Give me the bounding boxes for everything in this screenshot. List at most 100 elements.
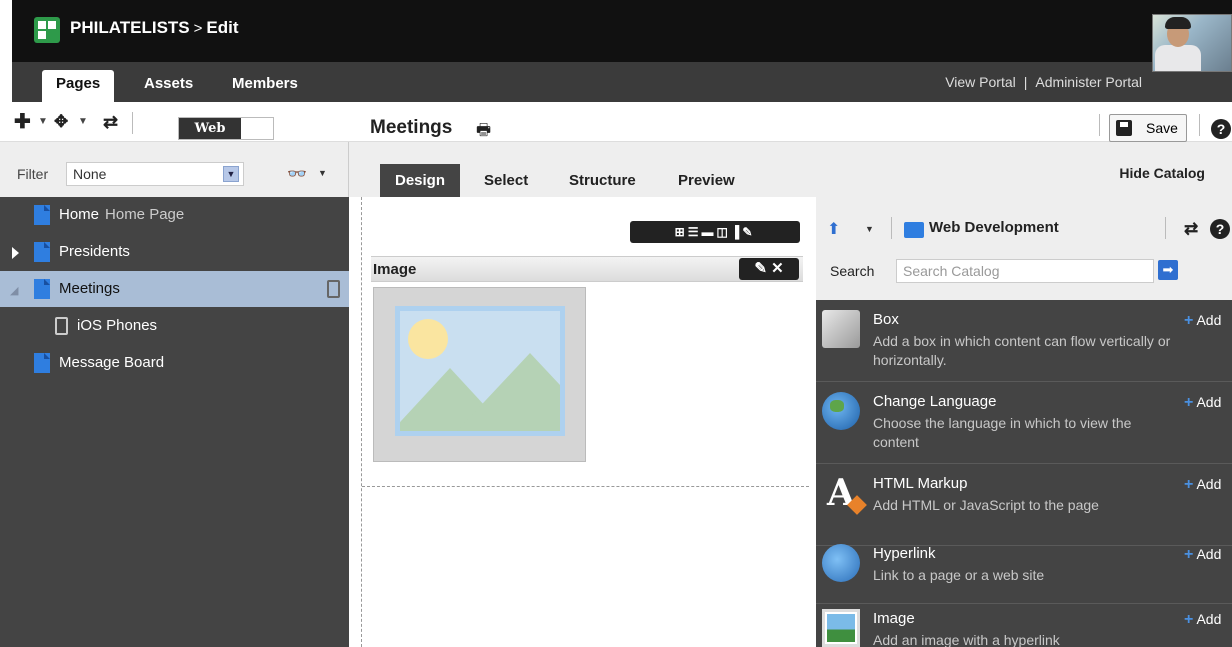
- chevron-down-icon[interactable]: ▼: [223, 166, 239, 182]
- layout-tools[interactable]: ⊞☰▬◫▐✎: [630, 221, 800, 243]
- wrench-icon[interactable]: ✎: [754, 260, 767, 277]
- catalog-item-desc: Add an image with a hyperlink: [873, 632, 1060, 647]
- add-button[interactable]: + Add: [1184, 611, 1221, 629]
- tree-item-presidents[interactable]: Presidents: [0, 234, 349, 270]
- catalog-folder-name[interactable]: Web Development: [929, 219, 1059, 236]
- catalog-item-box[interactable]: Box Add a box in which content can flow …: [816, 300, 1232, 382]
- image-icon: [822, 609, 860, 647]
- save-label: Save: [1146, 120, 1178, 136]
- expand-arrow-icon[interactable]: [12, 247, 19, 259]
- move-menu-chevron-down-icon[interactable]: ▼: [78, 116, 88, 127]
- catalog-item-name: Hyperlink: [873, 545, 936, 562]
- tree-item-ios-phones[interactable]: iOS Phones: [0, 308, 349, 344]
- catalog-item-name: HTML Markup: [873, 475, 968, 492]
- image-component-header[interactable]: Image ✎ ✕: [371, 256, 803, 282]
- chevron-down-icon[interactable]: ▼: [318, 168, 327, 178]
- plus-icon: +: [1184, 476, 1194, 493]
- tab-assets[interactable]: Assets: [130, 70, 207, 102]
- catalog-item-change-language[interactable]: Change Language Choose the language in w…: [816, 382, 1232, 464]
- add-menu-chevron-down-icon[interactable]: ▼: [38, 116, 48, 127]
- page-icon: [34, 205, 50, 225]
- wrench-icon[interactable]: ✎: [742, 225, 755, 239]
- tree-item-message-board[interactable]: Message Board: [0, 345, 349, 381]
- plus-icon: +: [1184, 394, 1194, 411]
- add-button[interactable]: + Add: [1184, 394, 1221, 412]
- phone-icon: [327, 280, 340, 298]
- tree-item-sublabel: Home Page: [105, 206, 185, 223]
- tree-item-meetings[interactable]: ◢ Meetings: [0, 271, 349, 307]
- folder-up-icon[interactable]: ⬆: [827, 219, 840, 239]
- plus-icon: +: [1184, 312, 1194, 329]
- hide-catalog-link[interactable]: Hide Catalog: [1119, 165, 1205, 181]
- refresh-icon[interactable]: ⇄: [1184, 219, 1198, 239]
- toolbar-divider: [132, 112, 133, 134]
- app-logo-icon: [34, 17, 60, 43]
- tab-pages[interactable]: Pages: [42, 70, 115, 102]
- add-button[interactable]: + Add: [1184, 476, 1221, 494]
- page-icon: [34, 279, 50, 299]
- resource-catalog: ⬆ ▼ Web Development ⇄ ? Search ➡ Box Add…: [816, 197, 1232, 647]
- app-title: PHILATELISTS > Edit: [70, 18, 239, 38]
- page-tree-panel: Filter None ▼ 👓 ▼ Home Home Page Presiden…: [0, 142, 349, 647]
- add-button[interactable]: + Add: [1184, 546, 1221, 564]
- title-separator: >: [193, 20, 203, 37]
- device-toggle-label: Web: [179, 118, 241, 139]
- catalog-item-hyperlink[interactable]: Hyperlink Link to a page or a web site +…: [816, 534, 1232, 604]
- add-content-icon[interactable]: ⊞: [675, 225, 688, 239]
- layout-rows-icon[interactable]: ▬: [701, 225, 716, 239]
- filter-value: None: [73, 166, 107, 182]
- sun-shape: [408, 319, 448, 359]
- view-portal-link[interactable]: View Portal: [945, 74, 1016, 90]
- image-component-label: Image: [373, 261, 417, 278]
- tab-members[interactable]: Members: [218, 70, 312, 102]
- save-button[interactable]: Save: [1109, 114, 1187, 142]
- tab-structure[interactable]: Structure: [554, 164, 651, 197]
- image-placeholder[interactable]: [373, 287, 586, 462]
- layout-region[interactable]: ⊞☰▬◫▐✎ Image ✎ ✕: [362, 197, 809, 487]
- user-avatar[interactable]: [1152, 14, 1232, 72]
- layout-sidebar-icon[interactable]: ▐: [731, 225, 743, 239]
- html-icon: A: [822, 474, 867, 515]
- catalog-item-image[interactable]: Image Add an image with a hyperlink + Ad…: [816, 599, 1232, 647]
- folder-icon: [904, 222, 924, 238]
- move-icon[interactable]: ✥: [54, 112, 68, 132]
- filter-select[interactable]: None ▼: [66, 162, 244, 186]
- tab-select[interactable]: Select: [469, 164, 543, 197]
- search-input[interactable]: [896, 259, 1154, 283]
- portal-links: View Portal | Administer Portal: [945, 74, 1142, 90]
- tree-item-home[interactable]: Home Home Page: [0, 197, 349, 233]
- layout-columns-icon[interactable]: ◫: [716, 225, 730, 239]
- refresh-icon[interactable]: ⇄: [103, 112, 118, 132]
- tab-design[interactable]: Design: [380, 164, 461, 197]
- phone-icon: [55, 317, 68, 335]
- device-toggle[interactable]: Web: [178, 117, 274, 140]
- design-tabs-bar: Design Select Structure Preview Hide Cat…: [349, 142, 1232, 197]
- page-icon: [34, 242, 50, 262]
- binoculars-icon[interactable]: 👓: [287, 164, 307, 184]
- filter-row: Filter None ▼ 👓 ▼: [0, 142, 349, 197]
- save-disk-icon: [1116, 120, 1132, 136]
- close-icon[interactable]: ✕: [771, 260, 784, 277]
- portal-name[interactable]: PHILATELISTS: [70, 18, 190, 37]
- title-bar: PHILATELISTS > Edit: [0, 0, 1232, 62]
- plus-icon: +: [1184, 546, 1194, 563]
- tab-preview[interactable]: Preview: [663, 164, 750, 197]
- search-go-button[interactable]: ➡: [1158, 260, 1178, 280]
- chevron-down-icon[interactable]: ▼: [865, 224, 874, 234]
- catalog-header: ⬆ ▼ Web Development ⇄ ? Search ➡: [816, 197, 1232, 300]
- tree-item-label: Home: [59, 206, 100, 223]
- layout-stack-icon[interactable]: ☰: [688, 225, 702, 239]
- collapse-arrow-icon[interactable]: ◢: [10, 284, 18, 297]
- tree-item-label: Message Board: [59, 354, 165, 371]
- catalog-item-desc: Add HTML or JavaScript to the page: [873, 497, 1099, 513]
- search-label: Search: [830, 263, 875, 279]
- administer-portal-link[interactable]: Administer Portal: [1035, 74, 1142, 90]
- help-icon[interactable]: ?: [1211, 119, 1231, 139]
- help-icon[interactable]: ?: [1210, 219, 1230, 239]
- tree-item-label: Meetings: [59, 280, 120, 297]
- box-icon: [822, 310, 860, 348]
- plus-icon[interactable]: ✚: [14, 112, 31, 132]
- tree-item-label: iOS Phones: [77, 317, 158, 334]
- add-button[interactable]: + Add: [1184, 312, 1221, 330]
- left-edge: [0, 0, 12, 62]
